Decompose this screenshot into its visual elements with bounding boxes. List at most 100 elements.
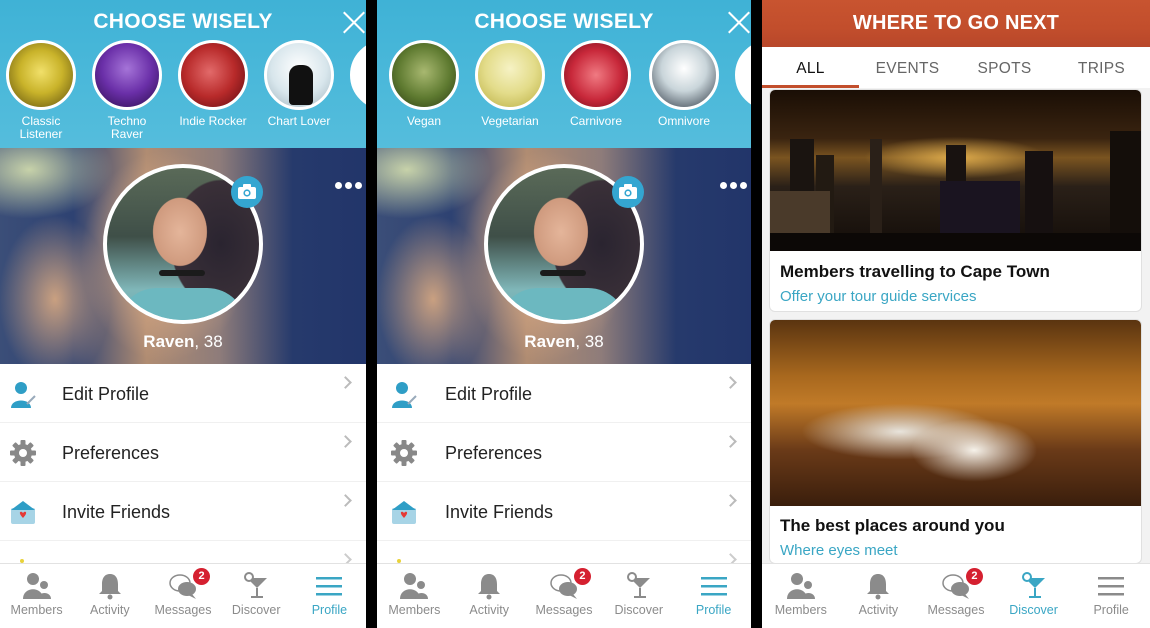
camera-button[interactable] [612,176,644,208]
card-title: The best places around you [780,516,1005,535]
menu-item-invite-friends[interactable]: Invite Friends [0,482,366,541]
tab-label: Messages [535,603,593,617]
profile-age: , 38 [575,332,604,351]
cocktail-icon [626,572,650,598]
menu-item-invite-friends[interactable]: Invite Friends [377,482,751,541]
panda-avatar [649,40,719,110]
tab-activity[interactable]: Activity [73,564,146,628]
chevron-right-icon [724,376,737,389]
bottom-tab-bar: Members Activity 2 Messages Discover Pro… [377,563,751,628]
card-subtitle-link[interactable]: Offer your tour guide services [780,288,976,305]
choice-omnivore[interactable]: Omnivore [648,40,720,128]
chooser-title: CHOOSE WISELY [474,10,654,33]
gear-icon [10,440,36,466]
beethoven-avatar [6,40,76,110]
choice-next-peek[interactable] [735,40,751,110]
filter-tab-trips[interactable]: TRIPS [1053,47,1150,88]
tab-members[interactable]: Members [0,564,73,628]
chipmunk-avatar [389,40,459,110]
choice-label: Listener [19,127,63,141]
choice-techno-raver[interactable]: Techno Raver [91,40,163,141]
tab-messages[interactable]: 2 Messages [146,564,219,628]
filter-tab-spots[interactable]: SPOTS [956,47,1053,88]
choice-label: Vegan [406,114,442,128]
messages-badge: 2 [573,568,591,585]
tab-discover[interactable]: Discover [601,564,676,628]
tab-discover[interactable]: Discover [995,564,1073,628]
members-icon [400,573,429,599]
choice-next-peek[interactable] [350,40,366,110]
tab-profile[interactable]: Profile [1072,564,1150,628]
antelope-avatar [475,40,545,110]
choice-indie-rocker[interactable]: Indie Rocker [177,40,249,128]
filter-tabs: ALL EVENTS SPOTS TRIPS [762,47,1150,88]
more-options-icon[interactable] [720,182,747,189]
tiger-avatar [561,40,631,110]
profile-menu: Edit Profile Preferences Invite Friends [0,364,366,541]
profile-hero: Raven, 38 [377,148,751,364]
tab-label: Activity [90,603,130,617]
tab-members[interactable]: Members [762,564,840,628]
choice-classic-listener[interactable]: Classic Listener [5,40,77,141]
chevron-right-icon [724,435,737,448]
choice-label: Vegetarian [481,114,539,128]
tab-messages[interactable]: 2 Messages [917,564,995,628]
bell-icon [867,574,890,600]
filter-tab-all[interactable]: ALL [762,47,859,88]
menu-label: Preferences [62,443,160,463]
tab-label: Discover [231,603,281,617]
profile-screen-diet: CHOOSE WISELY Vegan Vegetarian Carnivore… [377,0,751,628]
discover-card-cape-town[interactable]: Members travelling to Cape Town Offer yo… [769,89,1142,312]
camera-button[interactable] [231,176,263,208]
bell-icon [478,574,501,600]
choice-chart-lover[interactable]: Chart Lover [263,40,335,128]
tab-label: Activity [469,603,509,617]
menu-label: Edit Profile [445,384,533,404]
camera-icon [619,184,637,199]
pop-singer-avatar [264,40,334,110]
tab-discover[interactable]: Discover [220,564,293,628]
tab-label: Discover [614,603,664,617]
filter-tab-events[interactable]: EVENTS [859,47,956,88]
tab-label: Members [10,603,63,617]
menu-item-edit-profile[interactable]: Edit Profile [0,364,366,423]
hamburger-menu-icon [1098,577,1125,596]
profile-name-age: Raven, 38 [0,332,366,352]
chevron-right-icon [339,376,352,389]
menu-label: Invite Friends [445,502,554,522]
chooser-title: CHOOSE WISELY [93,10,273,33]
choice-carnivore[interactable]: Carnivore [560,40,632,128]
menu-item-preferences[interactable]: Preferences [377,423,751,482]
discover-card-best-places[interactable]: The best places around you Where eyes me… [769,319,1142,564]
choice-vegan[interactable]: Vegan [388,40,460,128]
tab-label: Profile [695,603,732,617]
invite-envelope-icon [11,501,35,524]
menu-item-partial[interactable] [377,543,751,566]
tab-activity[interactable]: Activity [840,564,918,628]
screenshot-stage: CHOOSE WISELY Classic Listener Techno Rav… [0,0,1150,628]
chevron-right-icon [339,435,352,448]
cocktail-icon [1021,572,1045,598]
close-icon[interactable] [342,10,366,34]
discover-header: WHERE TO GO NEXT [762,0,1150,47]
hamburger-menu-icon [700,577,727,596]
close-icon[interactable] [727,10,751,34]
tab-messages[interactable]: 2 Messages [527,564,602,628]
edit-profile-icon [11,382,36,408]
tab-profile[interactable]: Profile [293,564,366,628]
card-subtitle-link[interactable]: Where eyes meet [780,542,898,559]
choice-vegetarian[interactable]: Vegetarian [474,40,546,128]
discover-screen: WHERE TO GO NEXT ALL EVENTS SPOTS TRIPS … [762,0,1150,628]
menu-item-edit-profile[interactable]: Edit Profile [377,364,751,423]
camera-icon [238,184,256,199]
tab-profile[interactable]: Profile [676,564,751,628]
messages-badge: 2 [965,568,983,585]
more-options-icon[interactable] [335,182,362,189]
restaurant-table-image [770,320,1141,506]
tab-activity[interactable]: Activity [452,564,527,628]
members-icon [22,573,51,599]
profile-menu: Edit Profile Preferences Invite Friends [377,364,751,541]
menu-item-partial[interactable] [0,543,366,566]
menu-item-preferences[interactable]: Preferences [0,423,366,482]
tab-members[interactable]: Members [377,564,452,628]
